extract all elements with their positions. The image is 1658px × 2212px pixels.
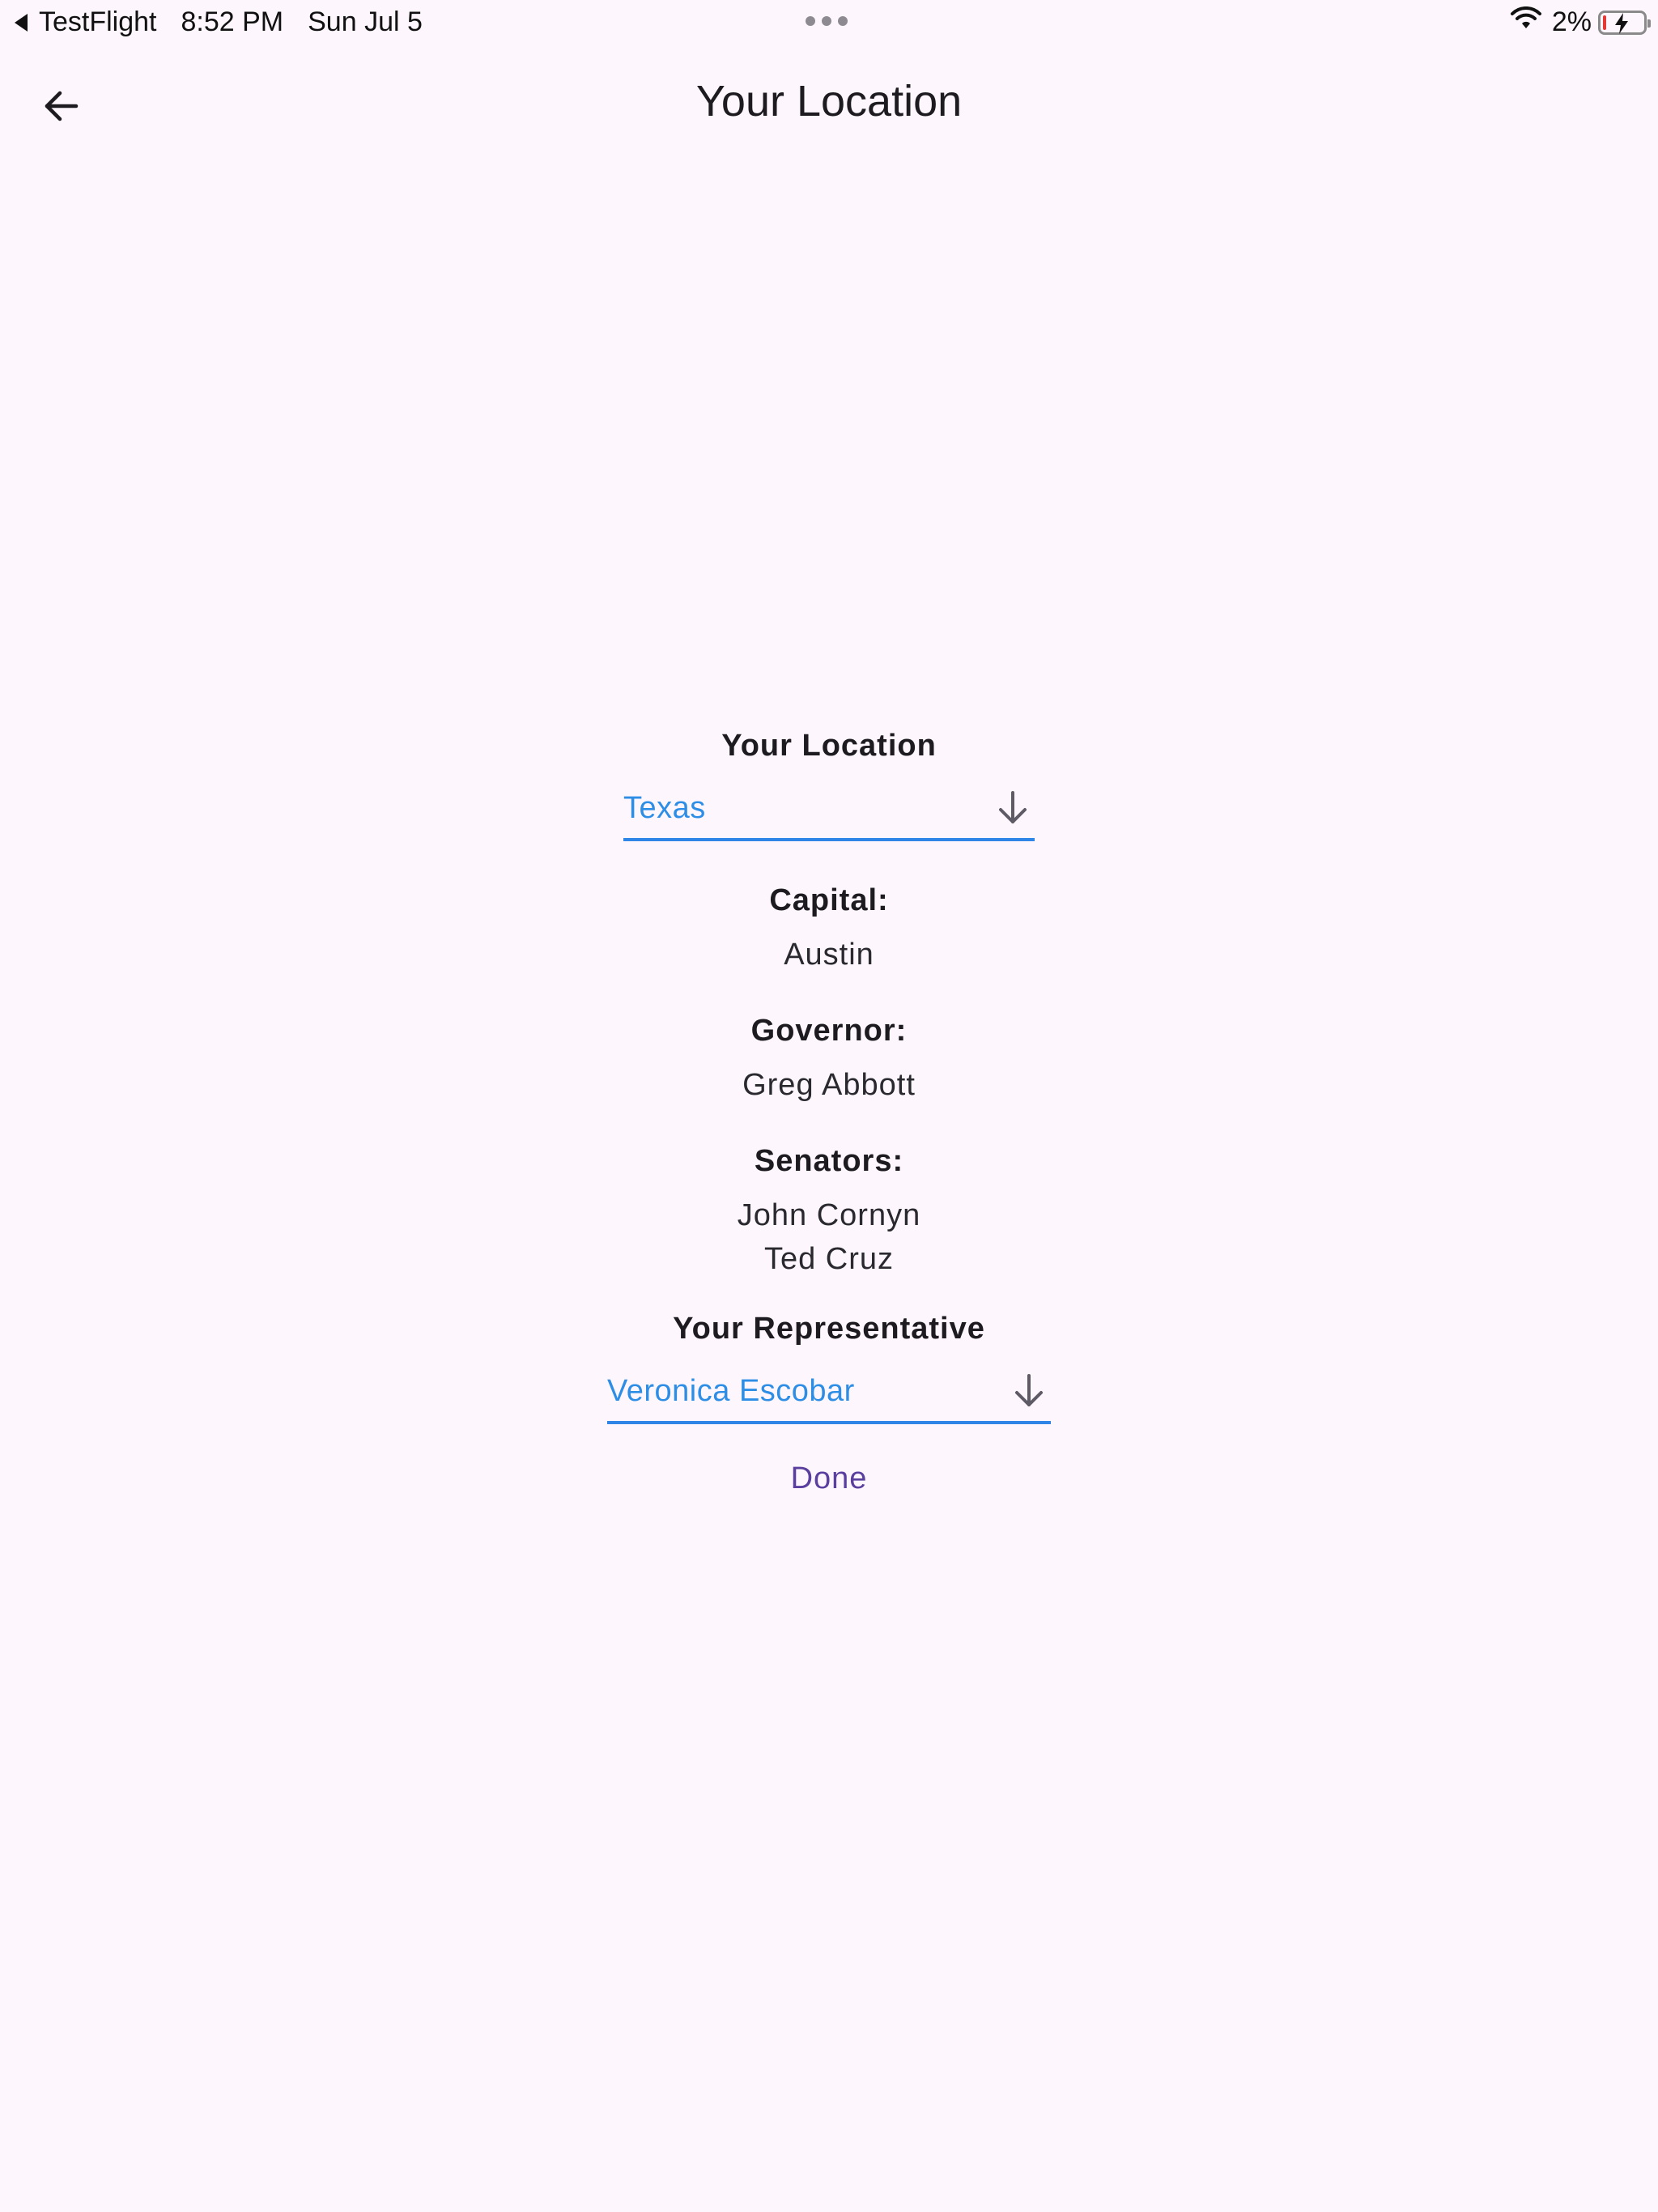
representative-heading: Your Representative [673,1312,985,1346]
senator-name: John Cornyn [737,1198,921,1232]
battery-percent: 2% [1551,6,1592,37]
representative-dropdown[interactable]: Veronica Escobar [607,1361,1051,1424]
arrow-down-icon [991,786,1035,830]
status-left: TestFlight 8:52 PM Sun Jul 5 [15,6,423,38]
battery-level [1603,15,1606,30]
back-to-app-label[interactable]: TestFlight [39,6,157,38]
state-dropdown[interactable]: Texas [623,778,1035,841]
capital-heading: Capital: [769,883,889,917]
app-bar: Your Location [0,42,1658,165]
governor-value: Greg Abbott [742,1068,916,1102]
governor-heading: Governor: [750,1014,908,1048]
state-dropdown-value: Texas [623,790,706,825]
arrow-down-icon [1007,1369,1051,1413]
multitask-dots-icon[interactable] [806,16,848,26]
back-triangle-icon[interactable] [15,13,28,32]
status-right: 2% [1510,6,1651,38]
senators-list: John Cornyn Ted Cruz [738,1193,920,1281]
senator-name: Ted Cruz [763,1242,895,1276]
representative-dropdown-value: Veronica Escobar [607,1373,855,1408]
status-bar: TestFlight 8:52 PM Sun Jul 5 2% [0,0,1658,42]
status-time: 8:52 PM [181,6,284,37]
bolt-icon [1615,12,1628,34]
battery-charging-icon [1598,10,1651,35]
done-button[interactable]: Done [767,1453,892,1504]
wifi-icon [1510,6,1542,38]
status-date: Sun Jul 5 [308,6,423,37]
senators-heading: Senators: [754,1144,904,1178]
location-heading: Your Location [721,729,937,763]
page-title: Your Location [695,77,963,125]
capital-value: Austin [784,938,874,972]
location-form: Your Location Texas Capital: Austin Gove… [0,729,1658,1504]
